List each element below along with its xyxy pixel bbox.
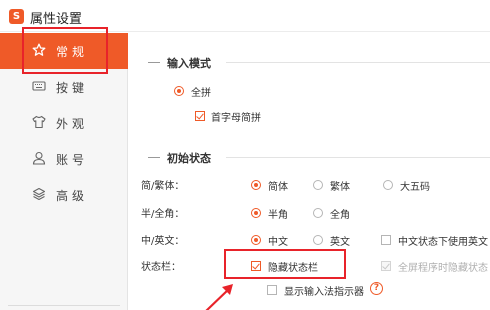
radio-half-width-label: 半角 [268, 210, 288, 221]
checkbox-show-indicator-label: 显示输入法指示器 [284, 287, 364, 298]
sidebar-item-label: 外观 [56, 117, 89, 131]
sidebar-item-appearance[interactable]: 外观 [0, 105, 128, 141]
help-icon[interactable]: ? [370, 282, 383, 295]
radio-simplified-label: 简体 [268, 182, 288, 193]
sidebar-item-label: 高级 [56, 189, 89, 203]
annotation-arrow-icon [205, 284, 233, 310]
sidebar-item-label: 账号 [56, 153, 89, 167]
app-logo-icon: S [9, 9, 24, 24]
checkbox-fullscreen-hide[interactable] [381, 261, 391, 271]
checkbox-initials-label: 首字母简拼 [211, 113, 261, 124]
shirt-icon [32, 115, 46, 129]
sidebar-item-account[interactable]: 账号 [0, 141, 128, 177]
radio-big5[interactable] [383, 180, 393, 190]
sidebar-item-label: 按键 [56, 81, 89, 95]
radio-quanpin-label: 全拼 [191, 88, 211, 99]
radio-full-width-label: 全角 [330, 210, 350, 221]
sidebar-item-advanced[interactable]: 高级 [0, 177, 128, 213]
layers-icon [32, 187, 46, 201]
window-title: 属性设置 [30, 12, 83, 27]
section-divider [226, 62, 490, 63]
radio-half-width[interactable] [251, 208, 261, 218]
radio-quanpin[interactable] [174, 86, 184, 96]
section-title-initial-state: 初始状态 [167, 152, 211, 165]
checkbox-initials[interactable] [195, 111, 205, 121]
radio-english[interactable] [313, 235, 323, 245]
section-dash [148, 62, 160, 63]
highlight-box-general [22, 27, 108, 74]
row-label-simp-trad: 简/繁体： [141, 181, 185, 192]
radio-simplified[interactable] [251, 180, 261, 190]
row-label-half-full: 半/全角： [141, 209, 185, 220]
row-label-cn-en: 中/英文： [141, 236, 185, 247]
sidebar-divider [8, 305, 120, 306]
highlight-box-hide-status-bar [224, 249, 346, 279]
section-title-input-mode: 输入模式 [167, 57, 211, 70]
radio-traditional-label: 繁体 [330, 182, 350, 193]
keyboard-icon [32, 81, 46, 91]
radio-chinese[interactable] [251, 235, 261, 245]
checkbox-show-indicator[interactable] [267, 285, 277, 295]
radio-full-width[interactable] [313, 208, 323, 218]
row-label-status-bar: 状态栏： [141, 262, 181, 273]
checkbox-english-in-chinese[interactable] [381, 235, 391, 245]
checkbox-fullscreen-hide-label: 全屏程序时隐藏状态 [398, 263, 488, 274]
radio-chinese-label: 中文 [268, 237, 288, 248]
section-divider [226, 157, 490, 158]
checkbox-english-in-chinese-label: 中文状态下使用英文 [398, 237, 488, 248]
user-icon [32, 151, 46, 165]
section-dash [148, 157, 160, 158]
radio-traditional[interactable] [313, 180, 323, 190]
radio-big5-label: 大五码 [400, 182, 430, 193]
radio-english-label: 英文 [330, 237, 350, 248]
sidebar: 常规 按键 外观 账号 高级 [0, 33, 128, 310]
sidebar-item-keys[interactable]: 按键 [0, 69, 128, 105]
